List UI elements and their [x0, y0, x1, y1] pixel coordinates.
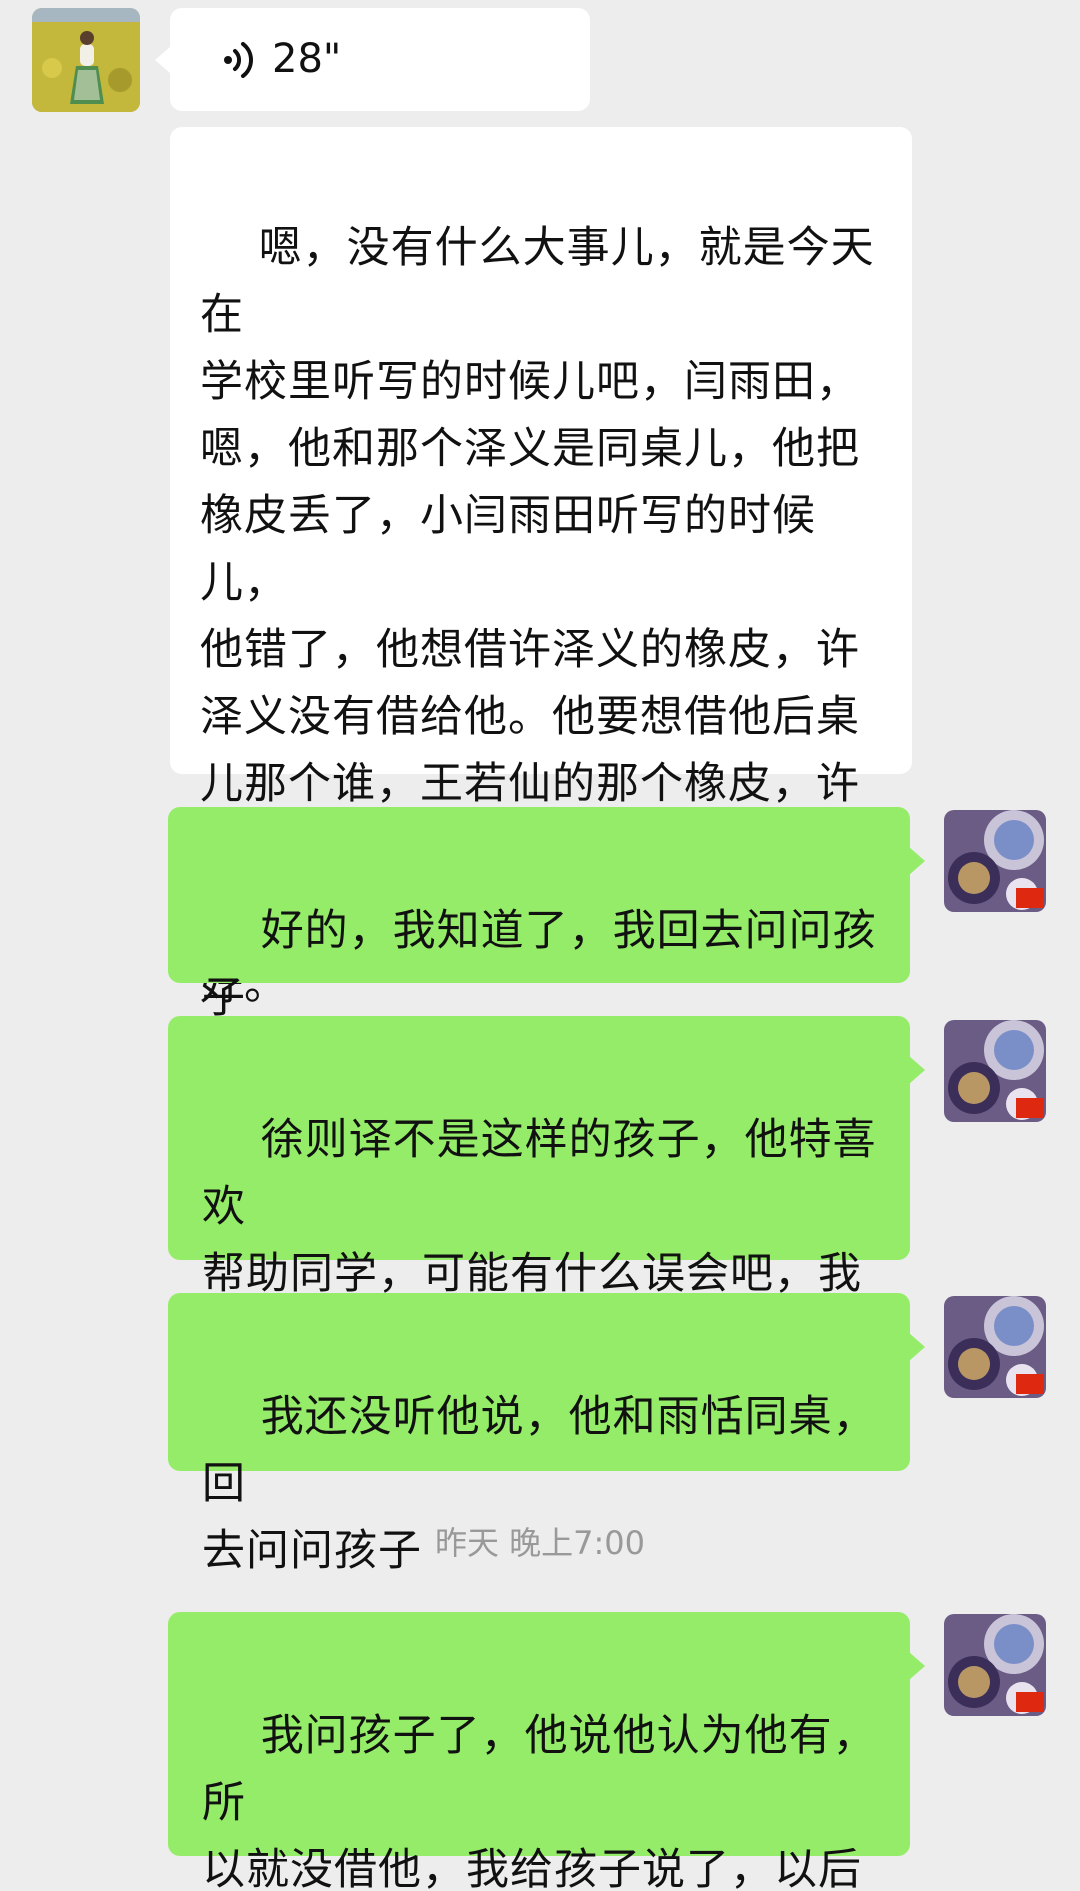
outgoing-message-bubble[interactable]: 我问孩子了，他说他认为他有，所 以就没借他，我给孩子说了，以后 要好好相处！ [168, 1612, 925, 1891]
outgoing-message-bubble[interactable]: 我还没听他说，他和雨恬同桌，回 去问问孩子 [168, 1293, 925, 1576]
voice-duration: 28" [272, 36, 342, 82]
incoming-message-bubble[interactable]: 嗯，没有什么大事儿，就是今天在 学校里听写的时候儿吧，闫雨田， 嗯，他和那个泽义… [170, 127, 912, 1010]
outgoing-message-text: 我问孩子了，他说他认为他有，所 以就没借他，我给孩子说了，以后 要好好相处！ [202, 1711, 877, 1891]
china-flag-icon [1016, 888, 1044, 908]
china-flag-icon [1016, 1692, 1044, 1712]
china-flag-icon [1016, 1098, 1044, 1118]
outgoing-message-bubble[interactable]: 好的，我知道了，我回去问问孩子 怎么回事再回复您 [168, 807, 925, 1090]
china-flag-icon [1016, 1374, 1044, 1394]
outgoing-message-bubble[interactable]: 徐则译不是这样的孩子，他特喜欢 帮助同学，可能有什么误会吧，我 回去问问孩子。 [168, 1016, 925, 1366]
my-avatar[interactable] [944, 1020, 1046, 1122]
chat-screen: 28" 嗯，没有什么大事儿，就是今天在 学校里听写的时候儿吧，闫雨田， 嗯，他和… [0, 0, 1080, 1891]
my-avatar[interactable] [944, 1614, 1046, 1716]
voice-message-bubble[interactable]: 28" [155, 8, 590, 111]
message-timestamp: 昨天 晚上7:00 [434, 1524, 646, 1562]
contact-avatar[interactable] [32, 8, 140, 112]
my-avatar[interactable] [944, 1296, 1046, 1398]
contact-avatar-image [32, 8, 140, 112]
my-avatar[interactable] [944, 810, 1046, 912]
voice-wave-icon [224, 42, 253, 78]
